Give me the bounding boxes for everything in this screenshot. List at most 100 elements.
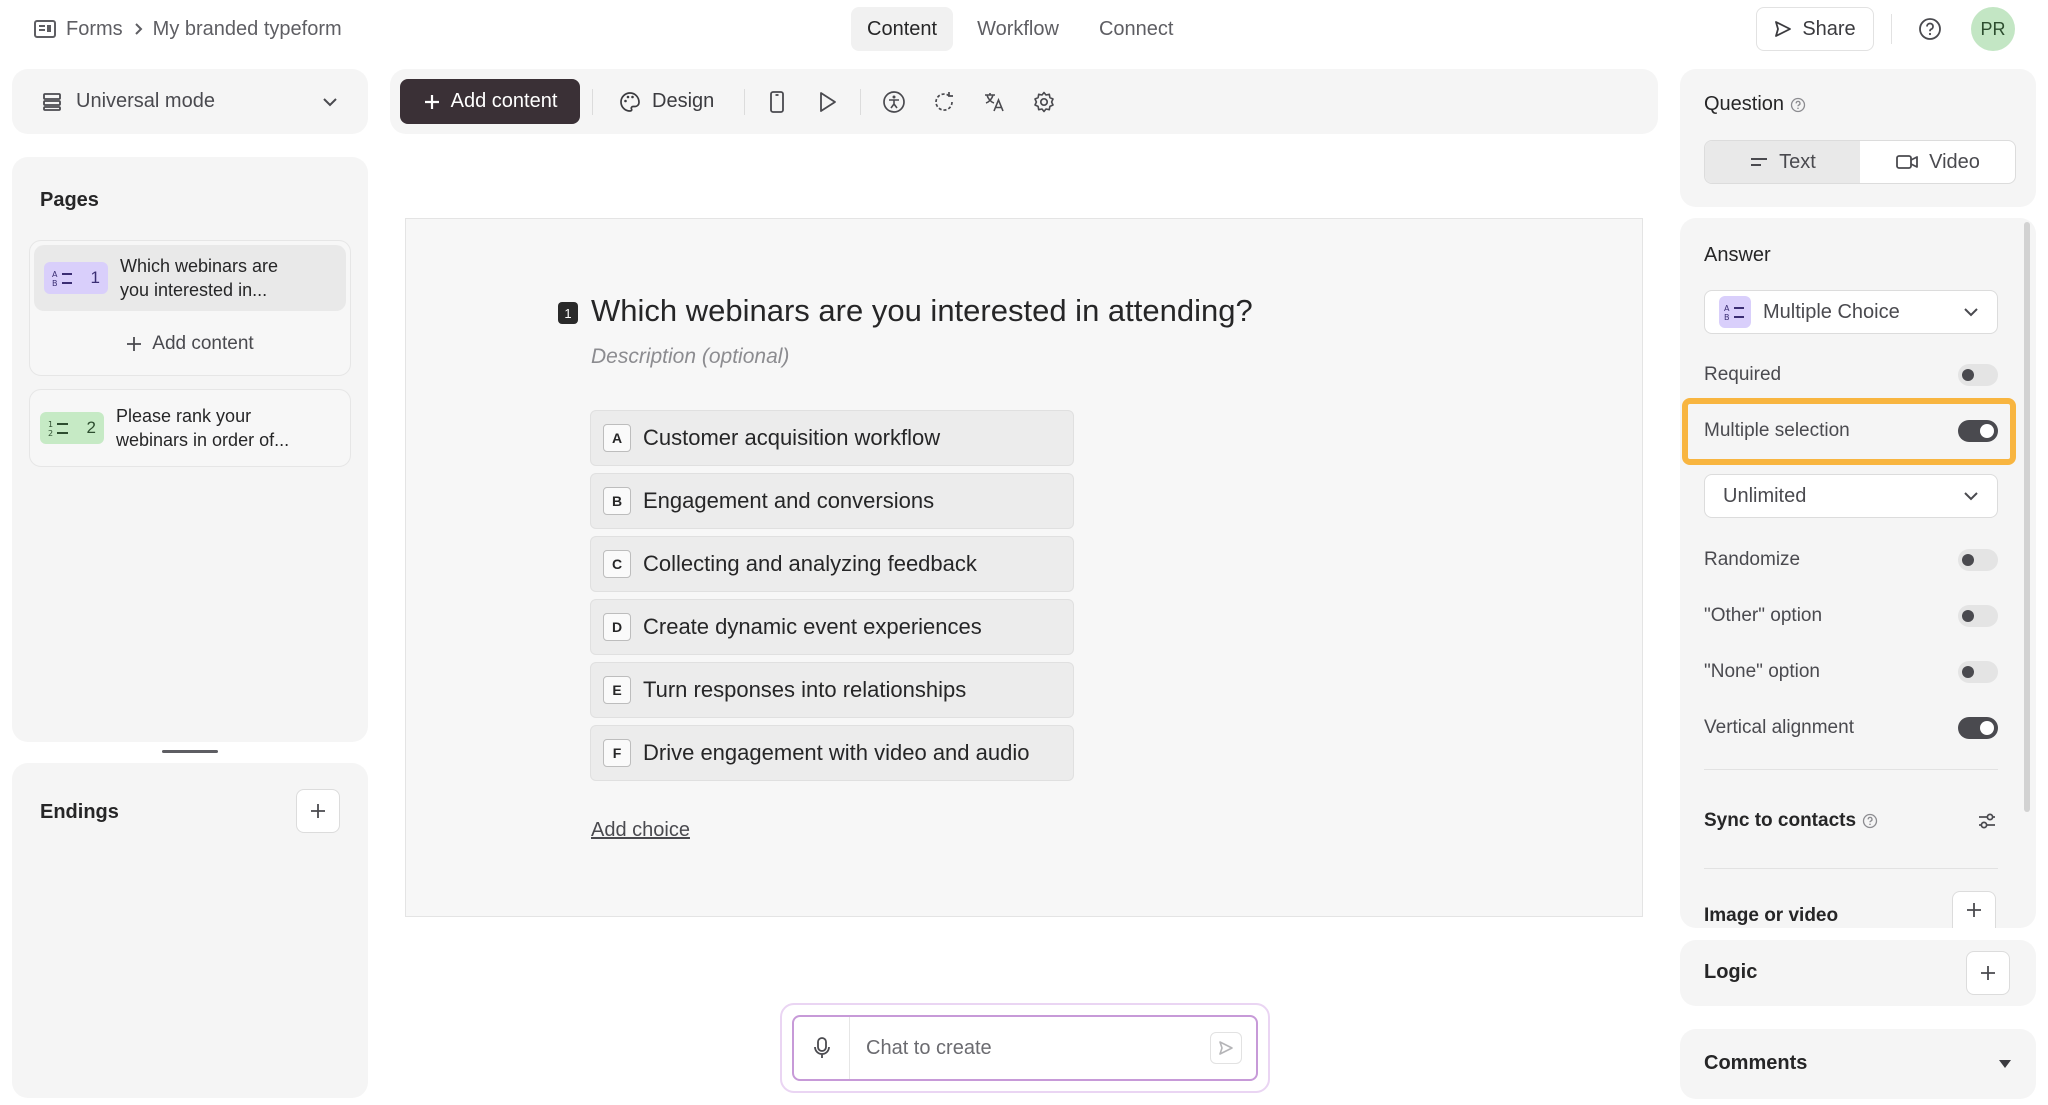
text-type-button[interactable]: Text [1705,141,1860,183]
accessibility-icon[interactable] [880,88,908,116]
multiple-choice-icon: AB [1719,296,1751,328]
answer-type-select[interactable]: AB Multiple Choice [1704,290,1998,334]
share-button[interactable]: Share [1756,7,1874,51]
setting-label: Vertical alignment [1704,717,1854,738]
add-content-button[interactable]: Add content [400,79,580,124]
question-description[interactable]: Description (optional) [591,345,789,369]
answer-type-value: Multiple Choice [1763,300,1900,323]
choice-label: Engagement and conversions [643,488,935,513]
breadcrumb: Forms My branded typeform [34,14,342,44]
tab-content[interactable]: Content [851,7,954,51]
settings-icon[interactable] [1030,88,1058,116]
choice-option[interactable]: E Turn responses into relationships [590,662,1074,718]
choice-key: D [603,613,631,641]
page-item-1[interactable]: AB 1 Which webinars are you interested i… [34,245,346,311]
scrollbar[interactable] [2024,222,2030,812]
required-toggle[interactable] [1958,364,1998,386]
pages-title: Pages [40,189,99,211]
setting-none-option: "None" option [1704,657,1998,687]
choice-option[interactable]: D Create dynamic event experiences [590,599,1074,655]
chat-input[interactable]: Chat to create [866,1037,1210,1060]
send-icon[interactable] [1210,1032,1242,1064]
answer-title: Answer [1704,244,1771,266]
svg-text:A: A [1724,304,1730,313]
setting-other-option: "Other" option [1704,601,1998,631]
microphone-icon[interactable] [794,1017,850,1079]
breadcrumb-root[interactable]: Forms [66,18,123,41]
setting-label: Randomize [1704,549,1801,570]
question-title[interactable]: Which webinars are you interested in att… [591,293,1253,329]
setting-label: "Other" option [1704,605,1823,626]
svg-text:B: B [52,279,58,287]
logic-panel: Logic [1680,940,2036,1006]
page-badge: AB 1 [44,262,108,294]
randomize-toggle[interactable] [1958,549,1998,571]
tab-workflow[interactable]: Workflow [961,7,1075,51]
add-content-label: Add content [450,90,558,112]
breadcrumb-current[interactable]: My branded typeform [153,18,342,41]
svg-text:B: B [1724,313,1730,321]
mode-select[interactable]: Universal mode [12,69,368,134]
choice-label: Create dynamic event experiences [643,614,982,639]
forms-icon[interactable] [34,20,56,38]
question-number: 1 [558,302,578,324]
divider [1704,769,1998,770]
setting-vertical-alignment: Vertical alignment [1704,713,1998,743]
add-logic-button[interactable] [1966,951,2010,995]
divider [860,89,861,115]
choice-key: C [603,550,631,578]
choice-key: E [603,676,631,704]
other-option-toggle[interactable] [1958,605,1998,627]
comments-title: Comments [1704,1052,1808,1074]
vertical-alignment-toggle[interactable] [1958,717,1998,739]
chevron-right-icon [133,22,143,36]
sync-to-contacts-label-wrap: Sync to contacts [1704,810,1878,832]
choice-option[interactable]: B Engagement and conversions [590,473,1074,529]
highlight-frame [1682,398,2016,465]
mobile-preview-icon[interactable] [763,88,791,116]
plus-icon [1981,966,1995,980]
add-image-button[interactable] [1952,891,1996,928]
question-label: Question [1704,93,1785,115]
page-number: 2 [86,418,96,437]
setting-label: "None" option [1704,661,1820,682]
page-item-text: Please rank your webinars in order of... [116,406,290,450]
choice-option[interactable]: C Collecting and analyzing feedback [590,536,1074,592]
logic-title: Logic [1704,961,1758,983]
page-item-2[interactable]: 12 2 Please rank your webinars in order … [29,389,351,467]
setting-required: Required [1704,360,1998,390]
sliders-icon[interactable] [1976,810,1998,832]
plus-icon [311,804,325,818]
avatar[interactable]: PR [1971,7,2015,51]
design-button[interactable]: Design [618,79,714,124]
ranking-icon: 12 [48,419,70,437]
choice-option[interactable]: A Customer acquisition workflow [590,410,1074,466]
tab-connect[interactable]: Connect [1083,7,1190,51]
selection-limit-select[interactable]: Unlimited [1704,474,1998,518]
caret-down-icon [1999,1060,2011,1068]
add-content-link[interactable]: Add content [30,333,350,355]
refresh-icon[interactable] [930,88,958,116]
answer-settings-panel: Answer AB Multiple Choice Required Multi… [1680,218,2036,928]
selection-limit-value: Unlimited [1723,484,1807,507]
divider [1891,14,1892,44]
comments-panel[interactable]: Comments [1680,1029,2036,1099]
play-icon[interactable] [813,88,841,116]
video-type-button[interactable]: Video [1860,141,2015,183]
info-icon[interactable] [1790,97,1806,113]
form-canvas: 1 Which webinars are you interested in a… [405,218,1643,917]
chevron-down-icon [1964,308,1978,317]
palette-icon [620,91,640,112]
add-choice-link[interactable]: Add choice [591,819,690,842]
resize-handle[interactable] [162,750,218,753]
translate-icon[interactable] [980,88,1008,116]
help-icon[interactable] [1915,14,1945,44]
text-type-label: Text [1779,150,1816,173]
add-ending-button[interactable] [296,789,340,833]
choice-option[interactable]: F Drive engagement with video and audio [590,725,1074,781]
chevron-down-icon [322,97,338,107]
choice-label: Collecting and analyzing feedback [643,551,977,576]
endings-panel: Endings [12,763,368,1098]
none-option-toggle[interactable] [1958,661,1998,683]
info-icon[interactable] [1862,813,1878,829]
